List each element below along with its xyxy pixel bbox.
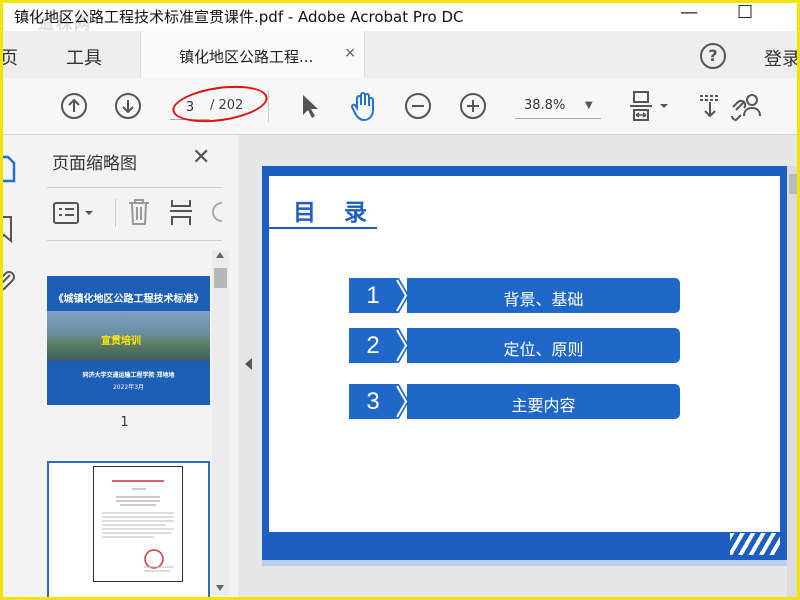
document-scrollbar[interactable] (787, 166, 800, 600)
page-fit-icon[interactable] (628, 90, 672, 124)
scroll-up-icon[interactable] (216, 252, 224, 258)
close-icon[interactable]: ✕ (192, 145, 210, 170)
previous-page-icon[interactable] (60, 92, 88, 120)
page-thumbnails-icon[interactable] (0, 153, 20, 185)
tab-document-label: 镇化地区公路工程... (179, 48, 314, 66)
toc-item-label: 背景、基础 (503, 290, 584, 309)
thumbnails-scrollbar[interactable] (212, 250, 229, 595)
insert-page-icon[interactable] (169, 197, 195, 227)
title-bar: 镇化地区公路工程技术标准宣贯课件.pdf - Adobe Acrobat Pro… (0, 0, 800, 33)
thumbnail-text-lines (102, 480, 174, 572)
maximize-button[interactable]: ☐ (737, 2, 753, 23)
thumbnail-org: 同济大学交通运输工程学院 郑地地 (82, 372, 175, 379)
slide-decoration (730, 533, 780, 555)
next-page-icon[interactable] (114, 92, 142, 120)
panel-divider (47, 240, 222, 241)
tab-document[interactable]: 镇化地区公路工程... × (140, 31, 365, 79)
login-button[interactable]: 登录 (764, 45, 800, 71)
zoom-select[interactable]: 38.8% ▼ (515, 96, 601, 119)
toc-item: 1 背景、基础 (349, 278, 680, 313)
slide-heading: 目 录 (293, 200, 378, 226)
zoom-in-icon[interactable] (459, 92, 487, 120)
panel-divider (47, 187, 222, 188)
scroll-mode-icon[interactable] (698, 92, 724, 120)
toc-item-label: 定位、原则 (503, 340, 584, 359)
tab-tools[interactable]: 工具 (66, 44, 102, 70)
zoom-out-icon[interactable] (404, 92, 432, 120)
toc-item: 2 定位、原则 (349, 328, 680, 363)
thumbnail-date: 2022年3月 (112, 384, 145, 391)
page-thumbnail-1[interactable]: 《城镇化地区公路工程技术标准》 宣贯培训 同济大学交通运输工程学院 郑地地 20… (47, 276, 210, 405)
left-rail (0, 135, 38, 600)
bookmark-icon[interactable] (0, 215, 16, 245)
scroll-down-icon[interactable] (216, 585, 224, 591)
collapse-panel-icon[interactable] (245, 358, 252, 370)
scroll-thumb[interactable] (214, 268, 227, 288)
toc-item: 3 主要内容 (349, 384, 680, 419)
chevron-down-icon: ▼ (585, 100, 593, 111)
thumbnail-badge: 宣贯培训 (101, 336, 141, 347)
help-icon[interactable]: ? (700, 43, 726, 69)
thumbnail-title: 《城镇化地区公路工程技术标准》 (53, 294, 204, 305)
thumbnail-document-page (93, 466, 183, 582)
thumbnails-panel: 页面缩略图 ✕ 《城镇化地区公路工程技术标准》 宣贯培训 同济大学交通运输工程学… (37, 135, 239, 600)
toolbar-divider (268, 90, 269, 122)
thumbnail-page-label: 1 (120, 415, 129, 430)
scroll-thumb[interactable] (789, 174, 798, 194)
zoom-value: 38.8% (524, 98, 566, 113)
thumbnails-panel-title: 页面缩略图 (52, 154, 137, 174)
panel-tool-divider (115, 199, 116, 227)
toc-item-number: 3 (349, 384, 397, 419)
minimize-button[interactable]: — (680, 2, 698, 23)
hand-tool-icon[interactable] (348, 90, 380, 122)
tab-row: 主页 工具 镇化地区公路工程... × (0, 31, 800, 79)
toolbar: / 202 38.8% ▼ (0, 78, 800, 135)
heading-underline (269, 227, 377, 229)
toc-item-number: 2 (349, 328, 397, 363)
share-link-icon[interactable] (730, 90, 764, 122)
page-thumbnail-2[interactable] (47, 461, 210, 600)
select-cursor-icon[interactable] (298, 92, 322, 120)
toc-item-number: 1 (349, 278, 397, 313)
delete-icon[interactable] (126, 197, 152, 227)
toc-item-label: 主要内容 (511, 396, 576, 415)
options-menu-icon[interactable] (52, 200, 98, 226)
rotate-icon[interactable] (207, 197, 229, 227)
slide-bottom-strip (262, 560, 794, 566)
tab-home[interactable]: 主页 (0, 44, 18, 70)
attachment-icon[interactable] (0, 269, 18, 295)
tab-close-icon[interactable]: × (344, 45, 356, 61)
